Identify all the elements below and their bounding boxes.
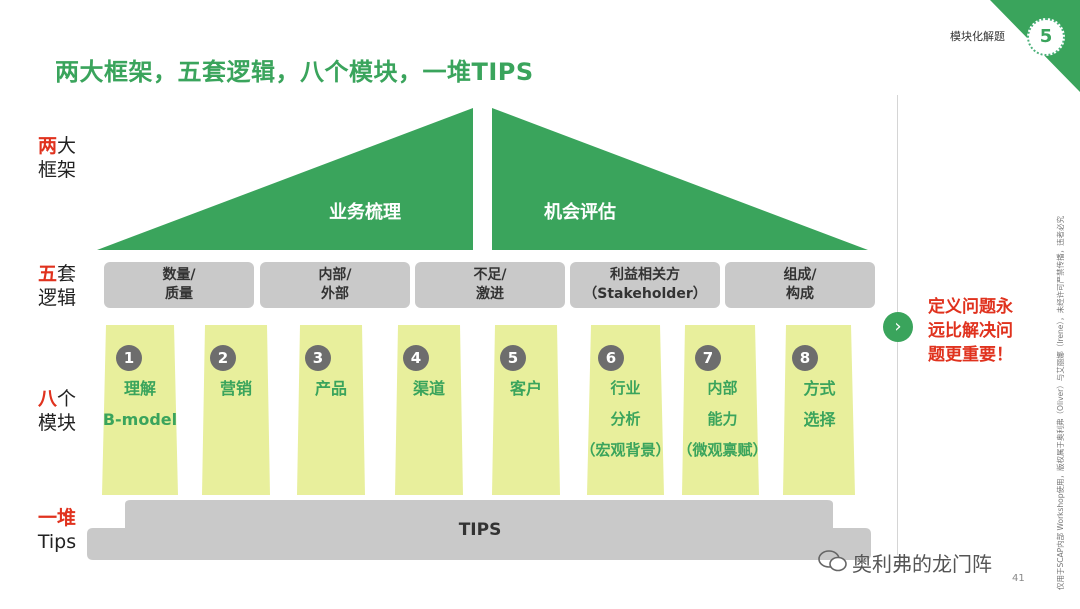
row-label-modules: 八个 模块 [37, 388, 77, 434]
module-pillar-3: 3 产品 [295, 325, 367, 495]
module-pillar-7: 7 内部 能力 （微观禀赋） [675, 325, 770, 495]
module-number: 7 [695, 345, 721, 371]
logic-box-stakeholder: 利益相关方 （Stakeholder） [570, 262, 720, 308]
logic-box-quantity: 数量/质量 [104, 262, 254, 308]
module-pillar-6: 6 行业 分析 （宏观背景） [578, 325, 673, 495]
module-number: 5 [500, 345, 526, 371]
logic-box-composition: 组成/构成 [725, 262, 875, 308]
module-number: 1 [116, 345, 142, 371]
module-pillar-2: 2 营销 [200, 325, 272, 495]
copyright-note: 仅用于SCAP内部 Workshop使用，版权属于奥利弗（Oliver）与艾丽娜… [1055, 215, 1065, 590]
slide-number: 41 [1012, 573, 1025, 584]
module-number: 4 [403, 345, 429, 371]
page-badge: 5 [1027, 18, 1065, 56]
tips-label: TIPS [458, 520, 502, 540]
roof-right [492, 108, 868, 250]
row-label-tips: 一堆 Tips [37, 507, 77, 553]
module-number: 2 [210, 345, 236, 371]
module-number: 6 [598, 345, 624, 371]
wechat-icon [818, 550, 847, 572]
module-pillar-8: 8 方式 选择 [782, 325, 857, 495]
framework-opportunity: 机会评估 [544, 202, 616, 223]
module-pillar-1: 1 理解 B-model [100, 325, 180, 495]
logic-box-internal: 内部/外部 [260, 262, 410, 308]
chevron-right-icon: › [883, 312, 913, 342]
row-label-logics: 五套 逻辑 [37, 263, 77, 309]
watermark-text: 奥利弗的龙门阵 [852, 552, 992, 576]
module-pillar-4: 4 渠道 [393, 325, 465, 495]
module-pillar-5: 5 客户 [490, 325, 562, 495]
module-number: 3 [305, 345, 331, 371]
logic-box-shortfall: 不足/激进 [415, 262, 565, 308]
svg-text:仅用于SCAP内部 Workshop使用，版权属于奥利弗（O: 仅用于SCAP内部 Workshop使用，版权属于奥利弗（Oliver）与艾丽娜… [1055, 215, 1065, 590]
roof [97, 108, 868, 250]
roof-left [97, 108, 473, 250]
section-tag: 模块化解题 [950, 30, 1005, 43]
framework-business: 业务梳理 [329, 202, 401, 223]
module-number: 8 [792, 345, 818, 371]
conclusion-text: 定义问题永 远比解决问 题更重要！ [928, 297, 1013, 365]
